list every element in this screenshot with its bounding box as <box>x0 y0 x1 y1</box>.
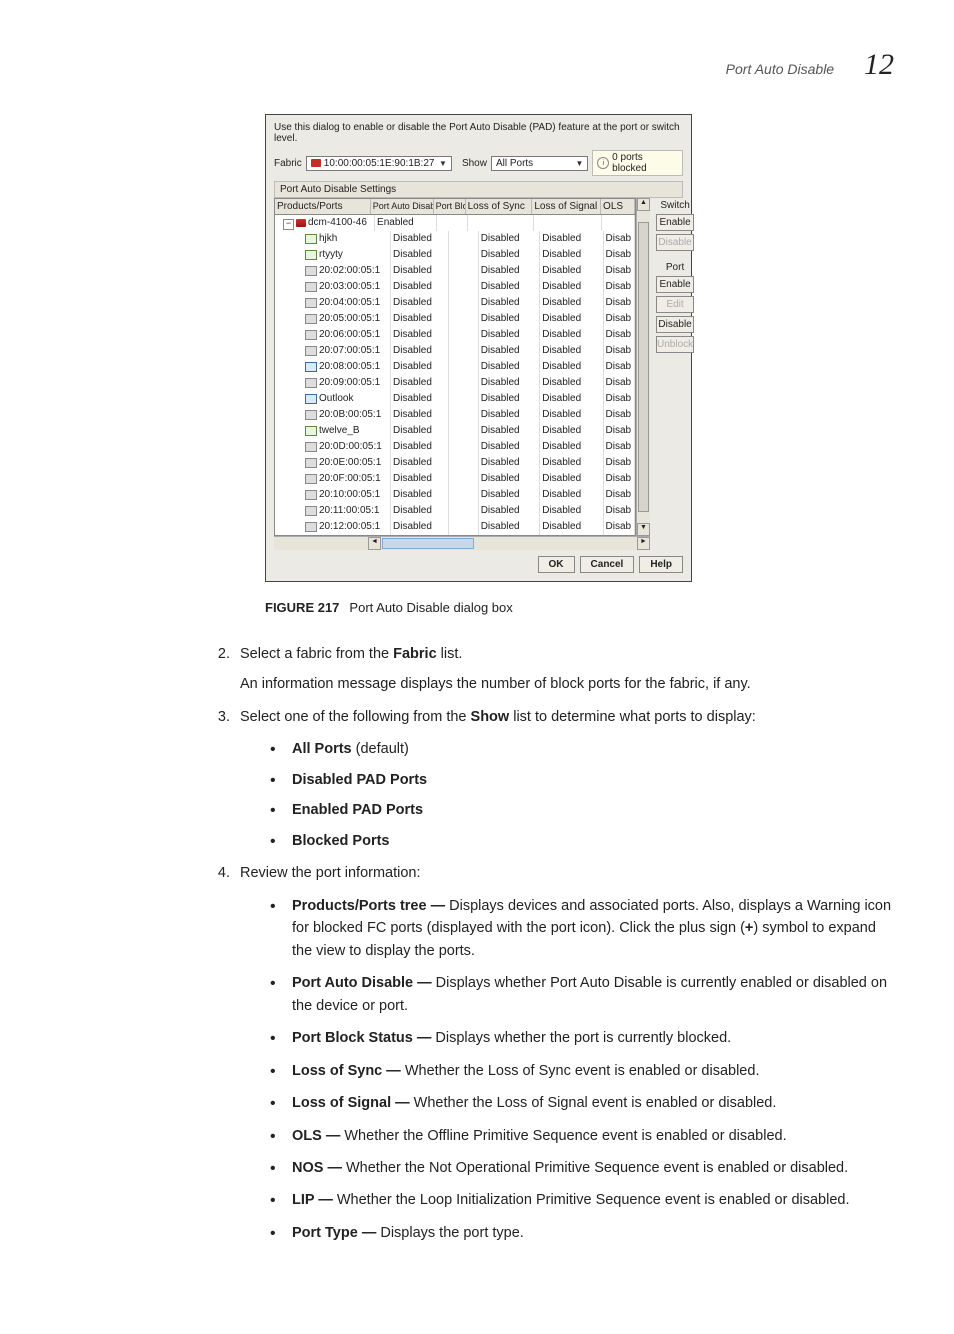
table-row[interactable]: hjkhDisabledDisabledDisabledDisab <box>275 231 635 247</box>
port-icon <box>305 522 317 532</box>
table-row[interactable]: 20:09:00:05:1DisabledDisabledDisabledDis… <box>275 375 635 391</box>
ports-blocked-badge: i 0 ports blocked <box>592 150 683 176</box>
help-button[interactable]: Help <box>639 556 683 573</box>
table-row[interactable]: 20:08:00:05:1DisabledDisabledDisabledDis… <box>275 359 635 375</box>
table-row[interactable]: OutlookDisabledDisabledDisabledDisab <box>275 391 635 407</box>
table-row[interactable]: rtyytyDisabledDisabledDisabledDisab <box>275 247 635 263</box>
page-header: Port Auto Disable 12 <box>60 48 894 82</box>
port-icon <box>305 298 317 308</box>
switch-icon <box>311 159 321 167</box>
table-row[interactable]: twelve_BDisabledDisabledDisabledDisab <box>275 423 635 439</box>
ok-button[interactable]: OK <box>538 556 575 573</box>
show-select[interactable]: All Ports ▼ <box>491 156 589 171</box>
fabric-select[interactable]: 10:00:00:05:1E:90:1B:27 ▼ <box>306 156 452 171</box>
vertical-scrollbar[interactable]: ▲ ▼ <box>636 198 650 536</box>
port-icon <box>305 458 317 468</box>
port-edit-button: Edit <box>656 296 694 313</box>
figure-caption: FIGURE 217Port Auto Disable dialog box <box>265 600 894 615</box>
step-list: Select a fabric from the Fabric list. An… <box>234 643 894 1244</box>
table-row[interactable]: 20:0E:00:05:1DisabledDisabledDisabledDis… <box>275 455 635 471</box>
table-row[interactable]: 20:10:00:05:1DisabledDisabledDisabledDis… <box>275 487 635 503</box>
port-section-label: Port <box>656 262 694 273</box>
table-row[interactable]: 20:0D:00:05:1DisabledDisabledDisabledDis… <box>275 439 635 455</box>
scroll-right-icon[interactable]: ► <box>637 537 650 550</box>
port-icon <box>305 378 317 388</box>
port-icon <box>305 234 317 244</box>
table-row[interactable]: 20:04:00:05:1DisabledDisabledDisabledDis… <box>275 295 635 311</box>
group-title: Port Auto Disable Settings <box>274 181 683 198</box>
chevron-down-icon: ▼ <box>439 159 447 168</box>
port-icon <box>305 314 317 324</box>
switch-enable-button[interactable]: Enable <box>656 214 694 231</box>
port-icon <box>305 426 317 436</box>
port-icon <box>305 362 317 372</box>
step-4: Review the port information: Products/Po… <box>234 862 894 1244</box>
port-info-list: Products/Ports tree — Displays devices a… <box>270 895 894 1245</box>
step-2-note: An information message displays the numb… <box>240 673 894 695</box>
chapter-number: 12 <box>864 48 894 81</box>
horizontal-scrollbar[interactable]: ◄ ► <box>274 536 650 550</box>
port-icon <box>305 346 317 356</box>
table-header: Products/Ports Port Auto Disable Port Bl… <box>275 199 635 215</box>
port-disable-button[interactable]: Disable <box>656 316 694 333</box>
port-icon <box>305 250 317 260</box>
table-row[interactable]: 20:12:00:05:1DisabledDisabledDisabledDis… <box>275 519 635 535</box>
collapse-icon[interactable]: − <box>283 219 294 230</box>
port-enable-button[interactable]: Enable <box>656 276 694 293</box>
ports-table[interactable]: Products/Ports Port Auto Disable Port Bl… <box>274 198 636 536</box>
switch-disable-button: Disable <box>656 234 694 251</box>
port-icon <box>305 442 317 452</box>
port-icon <box>305 410 317 420</box>
cancel-button[interactable]: Cancel <box>580 556 635 573</box>
table-row[interactable]: 20:11:00:05:1DisabledDisabledDisabledDis… <box>275 503 635 519</box>
fabric-label: Fabric <box>274 158 302 169</box>
device-icon <box>296 219 306 227</box>
table-row[interactable]: 20:03:00:05:1DisabledDisabledDisabledDis… <box>275 279 635 295</box>
scroll-up-icon[interactable]: ▲ <box>637 198 650 211</box>
port-icon <box>305 266 317 276</box>
pad-dialog: Use this dialog to enable or disable the… <box>265 114 692 582</box>
dialog-intro: Use this dialog to enable or disable the… <box>274 122 683 144</box>
port-icon <box>305 506 317 516</box>
chevron-down-icon: ▼ <box>576 159 584 168</box>
port-icon <box>305 490 317 500</box>
port-icon <box>305 394 317 404</box>
table-row[interactable]: 20:06:00:05:1DisabledDisabledDisabledDis… <box>275 327 635 343</box>
table-row[interactable]: 20:02:00:05:1DisabledDisabledDisabledDis… <box>275 263 635 279</box>
port-unblock-button: Unblock <box>656 336 694 353</box>
info-icon: i <box>597 157 609 169</box>
table-row[interactable]: 20:0F:00:05:1DisabledDisabledDisabledDis… <box>275 471 635 487</box>
show-options-list: All Ports (default) Disabled PAD Ports E… <box>270 738 894 852</box>
port-icon <box>305 330 317 340</box>
table-row[interactable]: 20:05:00:05:1DisabledDisabledDisabledDis… <box>275 311 635 327</box>
port-icon <box>305 282 317 292</box>
header-title: Port Auto Disable <box>726 61 834 77</box>
step-3: Select one of the following from the Sho… <box>234 706 894 852</box>
step-2: Select a fabric from the Fabric list. An… <box>234 643 894 696</box>
port-icon <box>305 474 317 484</box>
scroll-left-icon[interactable]: ◄ <box>368 537 381 550</box>
side-button-panel: Switch Enable Disable Port Enable Edit D… <box>656 198 694 550</box>
switch-section-label: Switch <box>656 200 694 211</box>
table-row[interactable]: 20:07:00:05:1DisabledDisabledDisabledDis… <box>275 343 635 359</box>
scroll-down-icon[interactable]: ▼ <box>637 523 650 536</box>
table-row[interactable]: −dcm-4100-46Enabled <box>275 215 635 231</box>
show-label: Show <box>462 158 487 169</box>
table-row[interactable]: 20:0B:00:05:1DisabledDisabledDisabledDis… <box>275 407 635 423</box>
